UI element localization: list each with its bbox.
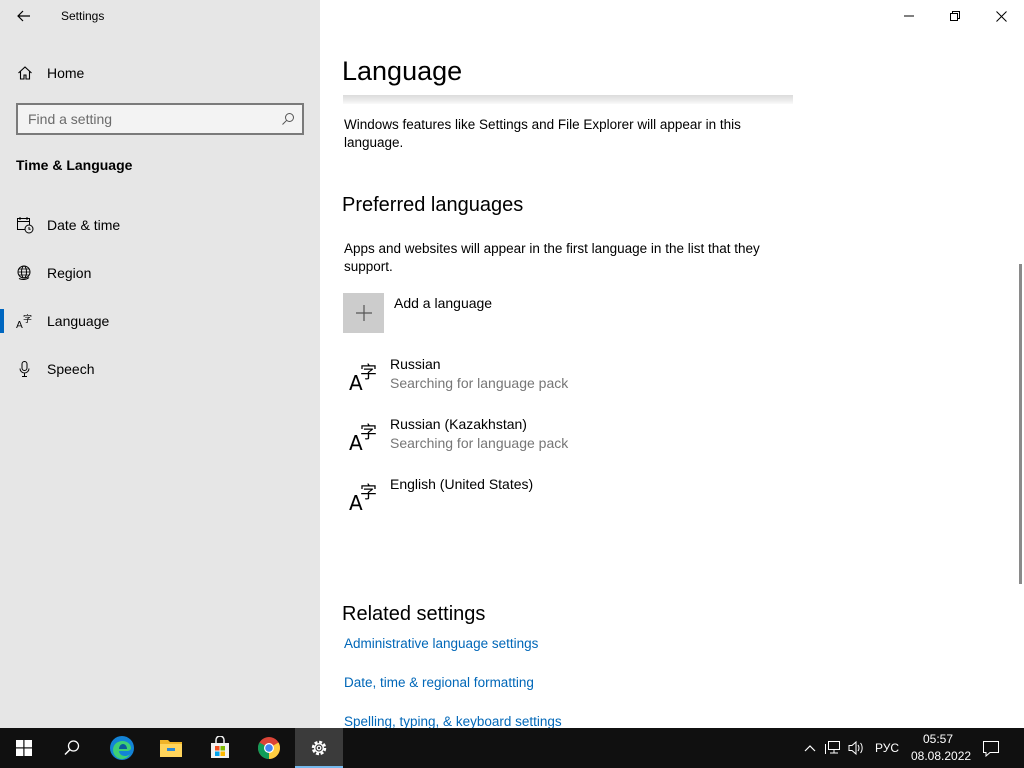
taskbar-store[interactable] bbox=[196, 728, 244, 768]
scrollbar[interactable] bbox=[1019, 264, 1022, 584]
link-date-time-regional-formatting[interactable]: Date, time & regional formatting bbox=[344, 675, 534, 690]
svg-text:字: 字 bbox=[360, 483, 377, 503]
taskbar: РУС 05:57 08.08.2022 bbox=[0, 728, 1024, 768]
related-settings-heading: Related settings bbox=[342, 603, 486, 625]
search-box[interactable] bbox=[16, 103, 304, 135]
start-button[interactable] bbox=[0, 728, 48, 768]
taskbar-file-explorer[interactable] bbox=[147, 728, 195, 768]
scroll-fade bbox=[343, 95, 793, 104]
language-icon: A字 bbox=[346, 358, 380, 395]
start-icon bbox=[16, 740, 32, 756]
sidebar: Settings Home Time & Language Date & tim… bbox=[0, 0, 320, 728]
action-center-button[interactable] bbox=[981, 738, 1001, 758]
link-administrative-language-settings[interactable]: Administrative language settings bbox=[344, 636, 538, 651]
chevron-up-icon bbox=[804, 745, 816, 752]
notification-icon bbox=[983, 741, 999, 757]
language-item-russian-kazakhstan[interactable]: A字 Russian (Kazakhstan) Searching for la… bbox=[344, 414, 764, 466]
input-language-indicator[interactable]: РУС bbox=[875, 741, 899, 755]
network-icon bbox=[825, 741, 840, 754]
link-spelling-typing-keyboard-settings[interactable]: Spelling, typing, & keyboard settings bbox=[344, 714, 562, 728]
chrome-icon bbox=[258, 737, 280, 759]
sidebar-item-language[interactable]: A字 Language bbox=[0, 301, 320, 341]
sidebar-item-label: Language bbox=[47, 313, 110, 329]
speaker-icon bbox=[848, 740, 863, 756]
close-icon bbox=[995, 10, 1007, 22]
home-icon bbox=[16, 64, 34, 82]
microphone-icon bbox=[16, 360, 34, 378]
edge-icon bbox=[110, 736, 134, 760]
restore-icon bbox=[950, 11, 960, 21]
search-icon bbox=[64, 740, 80, 756]
minimize-button[interactable] bbox=[886, 0, 932, 32]
language-icon: A字 bbox=[16, 312, 34, 330]
sidebar-item-label: Speech bbox=[47, 361, 95, 377]
language-status: Searching for language pack bbox=[390, 375, 569, 391]
language-item-english-us[interactable]: A字 English (United States) bbox=[344, 474, 764, 526]
language-status: Searching for language pack bbox=[390, 435, 569, 451]
close-button[interactable] bbox=[978, 0, 1024, 32]
date-time-icon bbox=[16, 216, 34, 234]
show-hidden-icons[interactable] bbox=[800, 738, 820, 758]
display-language-description: Windows features like Settings and File … bbox=[344, 117, 741, 150]
main-content: Language Windows features like Settings … bbox=[320, 0, 1024, 728]
language-icon: A字 bbox=[346, 418, 380, 455]
language-name: English (United States) bbox=[390, 476, 534, 492]
add-language-button[interactable]: Add a language bbox=[343, 293, 492, 333]
taskbar-settings[interactable] bbox=[295, 728, 343, 768]
app-title: Settings bbox=[61, 9, 105, 23]
clock-time[interactable]: 05:57 bbox=[923, 732, 953, 746]
back-arrow-icon bbox=[17, 10, 30, 22]
store-icon bbox=[211, 736, 229, 758]
search-icon bbox=[280, 111, 296, 127]
language-icon: A字 bbox=[346, 478, 380, 515]
page-title: Language bbox=[342, 56, 463, 86]
clock-date[interactable]: 08.08.2022 bbox=[911, 749, 971, 763]
language-name: Russian (Kazakhstan) bbox=[390, 416, 527, 432]
restore-button[interactable] bbox=[932, 0, 978, 32]
sidebar-item-label: Region bbox=[47, 265, 92, 281]
svg-text:字: 字 bbox=[23, 313, 32, 325]
settings-gear-icon bbox=[311, 740, 327, 756]
section-heading: Time & Language bbox=[16, 157, 133, 173]
volume-control[interactable] bbox=[846, 738, 866, 758]
file-explorer-icon bbox=[160, 740, 182, 757]
region-globe-icon bbox=[16, 264, 34, 282]
search-input[interactable] bbox=[18, 111, 268, 127]
sidebar-item-label: Home bbox=[47, 65, 85, 81]
sidebar-item-date-time[interactable]: Date & time bbox=[0, 205, 320, 245]
preferred-languages-heading: Preferred languages bbox=[342, 194, 524, 216]
language-item-russian[interactable]: A字 Russian Searching for language pack bbox=[344, 354, 764, 406]
taskbar-search-button[interactable] bbox=[48, 728, 96, 768]
plus-icon bbox=[343, 293, 384, 333]
preferred-languages-description: Apps and websites will appear in the fir… bbox=[344, 241, 760, 274]
svg-text:A: A bbox=[16, 320, 23, 330]
taskbar-edge[interactable] bbox=[98, 728, 146, 768]
language-name: Russian bbox=[390, 356, 441, 372]
sidebar-item-region[interactable]: Region bbox=[0, 253, 320, 293]
back-button[interactable] bbox=[8, 2, 40, 30]
sidebar-item-home[interactable]: Home bbox=[0, 53, 320, 93]
svg-text:字: 字 bbox=[360, 423, 377, 443]
sidebar-item-label: Date & time bbox=[47, 217, 121, 233]
add-language-label: Add a language bbox=[394, 295, 493, 311]
taskbar-chrome[interactable] bbox=[245, 728, 293, 768]
svg-text:字: 字 bbox=[360, 363, 377, 383]
network-status[interactable] bbox=[823, 738, 843, 758]
sidebar-item-speech[interactable]: Speech bbox=[0, 349, 320, 389]
minimize-icon bbox=[904, 15, 914, 17]
